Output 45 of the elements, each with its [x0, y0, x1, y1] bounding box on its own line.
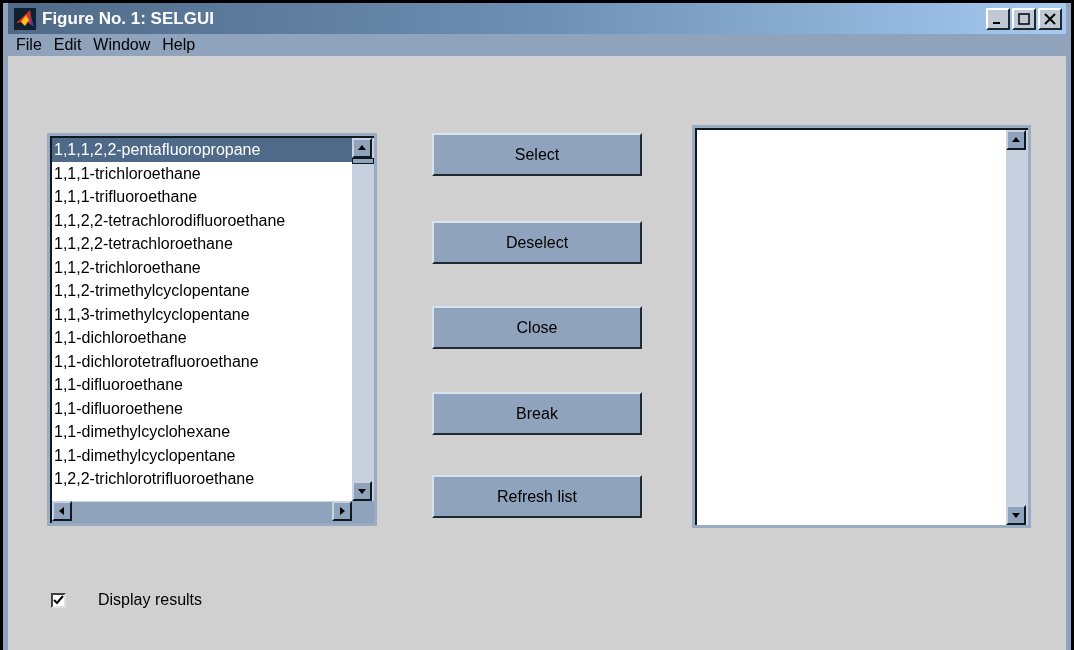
scroll-left-button[interactable] — [52, 501, 72, 521]
menu-item[interactable]: File — [11, 33, 47, 57]
list-item[interactable]: 1,1-dichlorotetrafluoroethane — [52, 349, 352, 373]
list-item[interactable]: 1,1,2,2-tetrachloroethane — [52, 232, 352, 256]
list-item[interactable]: 1,1-dimethylcyclopentane — [52, 443, 352, 467]
close-button[interactable] — [1038, 7, 1062, 30]
app-logo-icon — [14, 7, 36, 30]
checkbox-label: Display results — [98, 590, 203, 610]
vertical-scrollbar[interactable] — [1006, 130, 1028, 525]
list-item[interactable]: 1,1-difluoroethene — [52, 396, 352, 420]
list-item[interactable]: 1,1-dimethylcyclohexane — [52, 420, 352, 444]
scroll-right-button[interactable] — [332, 501, 352, 521]
list-item[interactable]: 1,1,2-trimethylcyclopentane — [52, 279, 352, 303]
scroll-up-button[interactable] — [352, 138, 372, 158]
list-item[interactable]: 1,1,1-trifluoroethane — [52, 185, 352, 209]
list-item[interactable]: 1,1,1,2,2-pentafluoropropane — [52, 138, 352, 162]
checkbox[interactable] — [51, 592, 66, 608]
maximize-icon — [1017, 12, 1031, 25]
maximize-button[interactable] — [1012, 7, 1036, 30]
horizontal-scrollbar[interactable] — [50, 501, 374, 523]
scroll-down-button[interactable] — [352, 481, 372, 501]
list-item[interactable]: 1,1-difluoroethane — [52, 373, 352, 397]
window-title: Figure No. 1: SELGUI — [42, 7, 214, 30]
minimize-button[interactable] — [986, 7, 1010, 30]
list-item[interactable]: 1,1,2,2-tetrachlorodifluoroethane — [52, 208, 352, 232]
vertical-scrollbar[interactable] — [352, 138, 374, 501]
action-button[interactable]: Close — [432, 306, 642, 349]
list-item[interactable]: 1,1,2-trichloroethane — [52, 255, 352, 279]
list-item[interactable]: 1,2,2-trichlorotrifluoroethane — [52, 467, 352, 491]
menu-item[interactable]: Help — [157, 33, 201, 57]
action-button[interactable]: Refresh list — [432, 475, 642, 518]
scroll-thumb[interactable] — [352, 158, 374, 164]
action-button[interactable]: Select — [432, 133, 642, 176]
scroll-up-button[interactable] — [1006, 130, 1026, 150]
checkmark-icon — [53, 594, 64, 606]
scroll-down-button[interactable] — [1006, 505, 1026, 525]
action-button[interactable]: Deselect — [432, 221, 642, 264]
list-item[interactable]: 1,1-dichloroethane — [52, 326, 352, 350]
action-button[interactable]: Break — [432, 392, 642, 435]
menu-item[interactable]: Edit — [48, 33, 87, 57]
menu-item[interactable]: Window — [88, 33, 156, 57]
minimize-icon — [993, 21, 1000, 24]
list-item[interactable]: 1,1,3-trimethylcyclopentane — [52, 302, 352, 326]
list-item[interactable]: 1,1,1-trichloroethane — [52, 161, 352, 185]
close-icon — [1043, 12, 1057, 25]
